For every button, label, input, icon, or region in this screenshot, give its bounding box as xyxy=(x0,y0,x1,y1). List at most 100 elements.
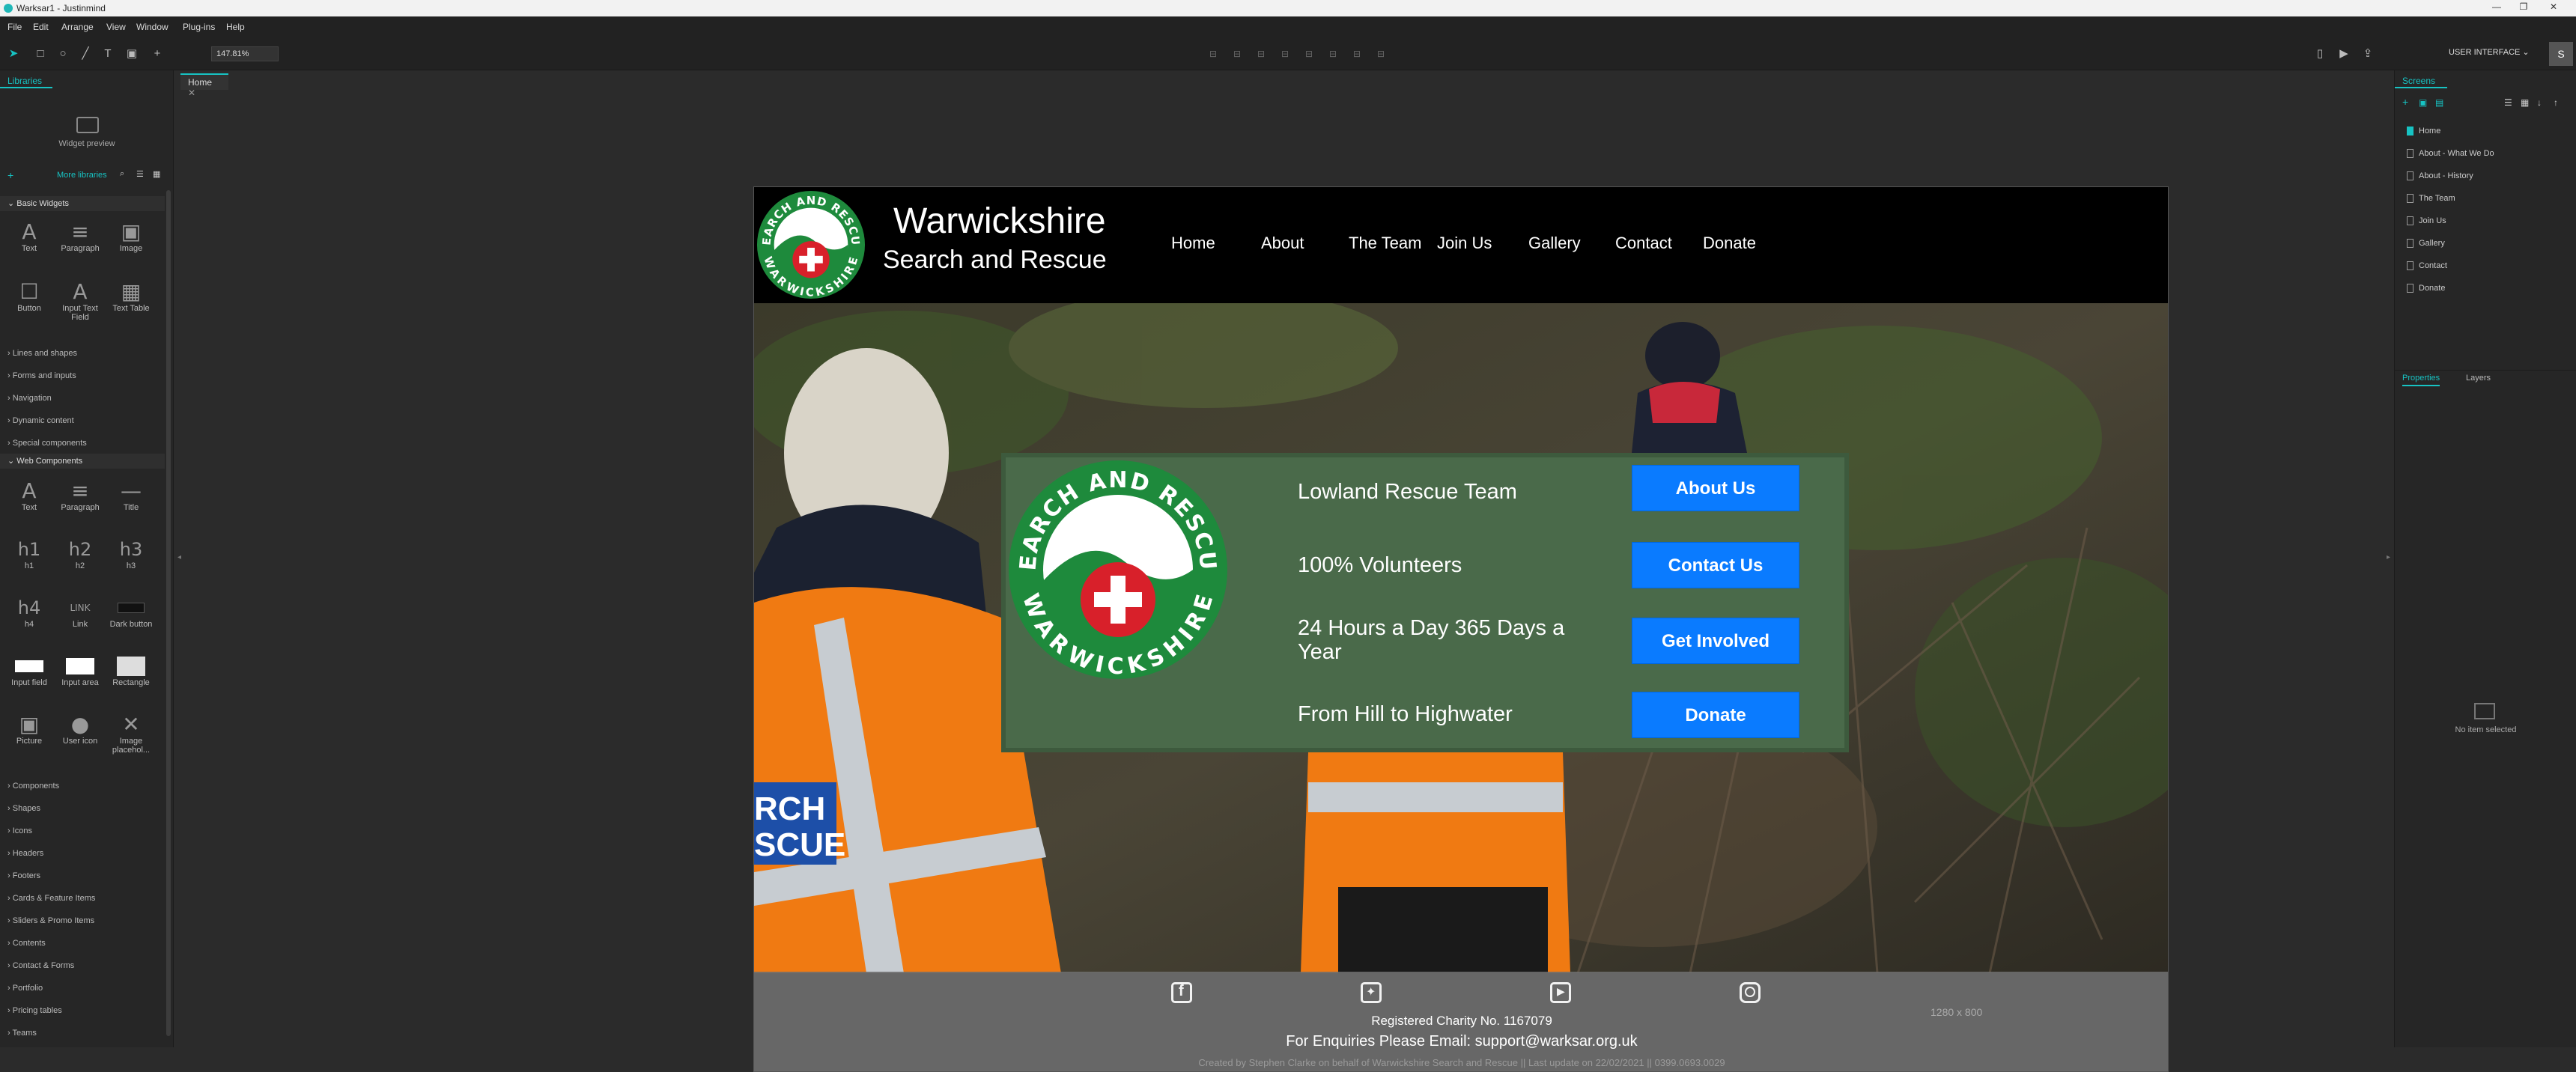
tab-layers[interactable]: Layers xyxy=(2466,374,2491,383)
nav-join-us[interactable]: Join Us xyxy=(1437,234,1492,253)
list-view-icon[interactable]: ☰ xyxy=(2504,97,2512,108)
line-tool-icon[interactable]: ╱ xyxy=(78,46,93,61)
ui-mode-select[interactable]: USER INTERFACE ⌄ xyxy=(2449,47,2530,57)
category-navigation[interactable]: › Navigation xyxy=(7,394,52,403)
widget-dark-button[interactable]: Dark button xyxy=(105,596,157,629)
widget-paragraph[interactable]: ≡ Paragraph xyxy=(54,479,106,513)
widget-text[interactable]: A Text xyxy=(3,479,55,513)
category-forms-and-inputs[interactable]: › Forms and inputs xyxy=(7,371,76,380)
simulate-play-icon[interactable]: ▶ xyxy=(2336,46,2351,61)
category-icons[interactable]: › Icons xyxy=(7,826,32,835)
tab-properties[interactable]: Properties xyxy=(2402,374,2440,386)
screen-item-gallery[interactable]: Gallery xyxy=(2405,237,2570,252)
category-special-components[interactable]: › Special components xyxy=(7,439,87,448)
menu-help[interactable]: Help xyxy=(226,22,245,32)
about-us-button[interactable]: About Us xyxy=(1632,465,1799,511)
category-teams[interactable]: › Teams xyxy=(7,1029,37,1038)
category-sliders-promo-items[interactable]: › Sliders & Promo Items xyxy=(7,916,94,925)
nav-about[interactable]: About xyxy=(1261,234,1304,253)
widget-text-table[interactable]: ▦ Text Table xyxy=(105,280,157,314)
nav-home[interactable]: Home xyxy=(1171,234,1215,253)
widget-h1[interactable]: h1 h1 xyxy=(3,537,55,570)
menu-view[interactable]: View xyxy=(106,22,126,32)
text-tool-icon[interactable]: T xyxy=(100,46,115,61)
category-footers[interactable]: › Footers xyxy=(7,871,40,880)
scrollbar[interactable] xyxy=(166,190,171,1036)
widget-input-field[interactable]: Input field xyxy=(3,654,55,687)
nav-donate[interactable]: Donate xyxy=(1703,234,1756,253)
more-libraries-link[interactable]: More libraries xyxy=(57,171,107,180)
screen-item-about-what-we-do[interactable]: About - What We Do xyxy=(2405,147,2570,162)
screen-item-donate[interactable]: Donate xyxy=(2405,281,2570,296)
contact-us-button[interactable]: Contact Us xyxy=(1632,542,1799,588)
close-icon[interactable]: ✕ xyxy=(188,88,195,98)
minimize-button[interactable]: — xyxy=(2483,1,2510,15)
category-headers[interactable]: › Headers xyxy=(7,849,43,858)
close-button[interactable]: ✕ xyxy=(2540,1,2567,15)
widget-h4[interactable]: h4 h4 xyxy=(3,596,55,629)
category-portfolio[interactable]: › Portfolio xyxy=(7,984,43,993)
zoom-select[interactable]: 147.81% xyxy=(211,46,279,61)
screen-item-the-team[interactable]: The Team xyxy=(2405,192,2570,207)
category-contact-forms[interactable]: › Contact & Forms xyxy=(7,961,74,970)
widget-link[interactable]: LINK Link xyxy=(54,596,106,629)
category-dynamic-content[interactable]: › Dynamic content xyxy=(7,416,74,425)
widget-image-placehol[interactable]: ✕ Image placehol... xyxy=(105,713,157,755)
widget-paragraph[interactable]: ≡ Paragraph xyxy=(54,220,106,254)
select-tool-icon[interactable]: ➤ xyxy=(6,46,21,61)
category-contents[interactable]: › Contents xyxy=(7,939,46,948)
grid-view-icon[interactable]: ▦ xyxy=(2521,97,2529,108)
tab-screens[interactable]: Screens xyxy=(2395,73,2447,88)
add-folder-icon[interactable]: ▤ xyxy=(2435,97,2443,108)
list-view-icon[interactable]: ☰ xyxy=(136,169,144,179)
tab-home[interactable]: Home ✕ xyxy=(180,73,228,98)
align-bottom-icon[interactable]: ⊟ xyxy=(1325,46,1340,61)
menu-arrange[interactable]: Arrange xyxy=(61,22,94,32)
align-center-icon[interactable]: ⊟ xyxy=(1230,46,1245,61)
add-tool-icon[interactable]: + xyxy=(150,46,165,61)
widget-input-area[interactable]: Input area xyxy=(54,654,106,687)
distribute-vertical-icon[interactable]: ⊟ xyxy=(1373,46,1388,61)
screen-item-about-history[interactable]: About - History xyxy=(2405,169,2570,184)
category-lines-and-shapes[interactable]: › Lines and shapes xyxy=(7,349,77,358)
section-basic-widgets[interactable]: ⌄ Basic Widgets xyxy=(0,196,165,211)
move-up-icon[interactable]: ↑ xyxy=(2554,97,2558,108)
menu-plugins[interactable]: Plug-ins xyxy=(183,22,215,32)
align-right-icon[interactable]: ⊟ xyxy=(1254,46,1269,61)
maximize-button[interactable]: ❐ xyxy=(2510,1,2537,15)
category-components[interactable]: › Components xyxy=(7,782,59,791)
grid-view-icon[interactable]: ▦ xyxy=(153,169,160,179)
get-involved-button[interactable]: Get Involved xyxy=(1632,618,1799,664)
widget-h3[interactable]: h3 h3 xyxy=(105,537,157,570)
nav-contact[interactable]: Contact xyxy=(1615,234,1672,253)
device-icon[interactable]: ▯ xyxy=(2312,46,2327,61)
widget-user-icon[interactable]: ● User icon xyxy=(54,713,106,746)
image-tool-icon[interactable]: ▣ xyxy=(124,46,139,61)
add-screen-icon[interactable]: + xyxy=(2402,96,2408,108)
menu-edit[interactable]: Edit xyxy=(33,22,49,32)
tab-libraries[interactable]: Libraries xyxy=(0,73,52,88)
screen-item-home[interactable]: Home xyxy=(2405,124,2570,139)
align-top-icon[interactable]: ⊟ xyxy=(1278,46,1292,61)
twitter-icon[interactable]: ✦ xyxy=(1361,982,1382,1003)
nav-the-team[interactable]: The Team xyxy=(1349,234,1421,253)
widget-picture[interactable]: ▣ Picture xyxy=(3,713,55,746)
widget-button[interactable]: ☐ Button xyxy=(3,280,55,314)
donate-button[interactable]: Donate xyxy=(1632,692,1799,738)
add-library-icon[interactable]: + xyxy=(7,169,13,181)
youtube-icon[interactable]: ▶ xyxy=(1550,982,1571,1003)
ellipse-tool-icon[interactable]: ○ xyxy=(55,46,70,61)
facebook-icon[interactable]: f xyxy=(1171,982,1192,1003)
rectangle-tool-icon[interactable]: □ xyxy=(33,46,48,61)
widget-title[interactable]: — Title xyxy=(105,479,157,513)
widget-rectangle[interactable]: Rectangle xyxy=(105,654,157,687)
widget-text[interactable]: A Text xyxy=(3,220,55,254)
category-cards-feature-items[interactable]: › Cards & Feature Items xyxy=(7,894,95,903)
widget-h2[interactable]: h2 h2 xyxy=(54,537,106,570)
widget-image[interactable]: ▣ Image xyxy=(105,220,157,254)
design-page[interactable]: SEARCH AND RESCUE WARWICKSHIRE Warwicksh… xyxy=(753,186,2169,1072)
category-pricing-tables[interactable]: › Pricing tables xyxy=(7,1006,62,1015)
align-left-icon[interactable]: ⊟ xyxy=(1206,46,1221,61)
category-shapes[interactable]: › Shapes xyxy=(7,804,40,813)
menu-file[interactable]: File xyxy=(7,22,22,32)
